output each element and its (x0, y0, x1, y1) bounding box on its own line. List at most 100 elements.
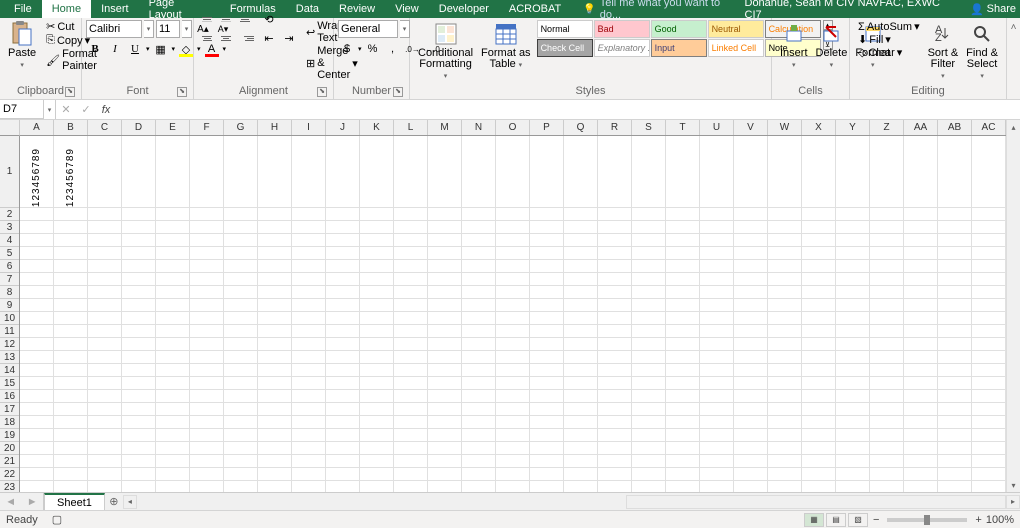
cell[interactable] (326, 351, 360, 363)
cell[interactable] (564, 364, 598, 376)
column-header[interactable]: B (54, 120, 88, 135)
cell[interactable] (870, 468, 904, 480)
cell[interactable] (462, 351, 496, 363)
cell[interactable] (836, 286, 870, 298)
cell[interactable] (326, 247, 360, 259)
cell[interactable] (190, 403, 224, 415)
cell[interactable] (224, 299, 258, 311)
number-launcher[interactable]: ⬊ (393, 87, 403, 97)
cell[interactable] (700, 390, 734, 402)
cell[interactable] (122, 208, 156, 220)
cell[interactable] (88, 260, 122, 272)
cell[interactable] (462, 299, 496, 311)
cell[interactable] (734, 312, 768, 324)
column-header[interactable]: N (462, 120, 496, 135)
cell[interactable] (564, 273, 598, 285)
cell[interactable] (836, 312, 870, 324)
row-header[interactable]: 4 (0, 234, 19, 247)
cell[interactable] (224, 247, 258, 259)
cell[interactable] (496, 247, 530, 259)
cell[interactable] (734, 208, 768, 220)
cell[interactable] (88, 247, 122, 259)
cell[interactable] (870, 338, 904, 350)
cell[interactable] (598, 136, 632, 207)
cell[interactable] (836, 377, 870, 389)
cell[interactable] (904, 221, 938, 233)
cell[interactable] (496, 221, 530, 233)
cell[interactable] (156, 390, 190, 402)
cell[interactable] (20, 208, 54, 220)
column-header[interactable]: F (190, 120, 224, 135)
cell[interactable] (768, 247, 802, 259)
cell[interactable] (904, 286, 938, 298)
cell[interactable] (870, 481, 904, 492)
cell[interactable] (632, 286, 666, 298)
cell[interactable] (190, 390, 224, 402)
cell[interactable] (836, 364, 870, 376)
cell[interactable] (802, 468, 836, 480)
cell[interactable] (700, 442, 734, 454)
cell[interactable] (734, 455, 768, 467)
cell[interactable] (258, 468, 292, 480)
cell[interactable] (802, 247, 836, 259)
cell[interactable] (496, 468, 530, 480)
bold-button[interactable]: B (86, 40, 104, 58)
cell[interactable] (326, 286, 360, 298)
cell[interactable] (156, 338, 190, 350)
cell[interactable] (938, 416, 972, 428)
cell[interactable] (122, 351, 156, 363)
cell[interactable] (122, 312, 156, 324)
cell[interactable] (564, 136, 598, 207)
cell[interactable] (564, 377, 598, 389)
cell[interactable] (462, 273, 496, 285)
cell[interactable] (802, 234, 836, 246)
cell-style-explanatory-[interactable]: Explanatory ... (594, 39, 650, 57)
cell[interactable] (666, 325, 700, 337)
ribbon-tab-acrobat[interactable]: ACROBAT (499, 0, 571, 18)
cell[interactable] (632, 429, 666, 441)
cell[interactable] (258, 390, 292, 402)
cell[interactable] (224, 403, 258, 415)
cell[interactable] (190, 273, 224, 285)
cell[interactable] (190, 208, 224, 220)
cell[interactable] (632, 442, 666, 454)
cell[interactable] (496, 286, 530, 298)
cell[interactable] (666, 338, 700, 350)
cell[interactable] (224, 260, 258, 272)
cell[interactable] (156, 377, 190, 389)
cell[interactable] (598, 260, 632, 272)
cell[interactable] (54, 455, 88, 467)
cell[interactable] (156, 455, 190, 467)
cell[interactable] (700, 208, 734, 220)
row-header[interactable]: 10 (0, 312, 19, 325)
cell[interactable] (734, 286, 768, 298)
cell[interactable] (802, 208, 836, 220)
cell[interactable] (462, 208, 496, 220)
cell[interactable] (700, 273, 734, 285)
cell[interactable] (870, 442, 904, 454)
cell[interactable] (598, 312, 632, 324)
scroll-down-button[interactable]: ▾ (1007, 478, 1020, 492)
cell[interactable] (360, 416, 394, 428)
page-break-view-button[interactable]: ▧ (848, 513, 868, 527)
cell[interactable] (20, 338, 54, 350)
cell[interactable] (20, 234, 54, 246)
cell[interactable] (20, 286, 54, 298)
cell[interactable] (326, 325, 360, 337)
cell[interactable] (666, 273, 700, 285)
cell[interactable] (632, 273, 666, 285)
cell[interactable] (394, 234, 428, 246)
cell[interactable] (462, 247, 496, 259)
cell[interactable] (802, 364, 836, 376)
cell[interactable] (54, 481, 88, 492)
cell[interactable] (88, 390, 122, 402)
cell[interactable] (462, 286, 496, 298)
cell[interactable] (326, 221, 360, 233)
cell[interactable] (496, 273, 530, 285)
cell[interactable] (768, 416, 802, 428)
cell[interactable] (598, 442, 632, 454)
cell[interactable] (904, 338, 938, 350)
cell[interactable] (190, 338, 224, 350)
cell[interactable] (598, 390, 632, 402)
cell[interactable] (598, 234, 632, 246)
